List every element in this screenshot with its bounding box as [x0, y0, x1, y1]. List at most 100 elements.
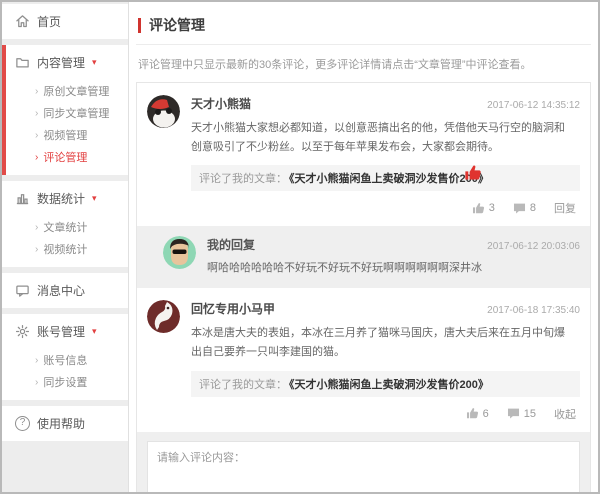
comment-text: 本冰是唐大夫的表姐，本冰在三月养了猫咪马国庆，唐大夫后来在五月中旬爆出自己要养一…: [191, 324, 573, 361]
sidebar-item-sync-articles[interactable]: › 同步文章管理: [2, 102, 128, 124]
article-title-link[interactable]: 《天才小熊猫闲鱼上卖破洞沙发售价200》: [289, 173, 489, 185]
folder-icon: [15, 55, 30, 70]
message-icon: [15, 283, 30, 298]
sidebar-group-account: 账号管理 ▾ › 账号信息 › 同步设置: [2, 314, 128, 400]
reply-count: 15: [524, 408, 536, 420]
comment-item: 天才小熊猫 2017-06-12 14:35:12 天才小熊猫大家想必都知道，以…: [137, 83, 590, 226]
sidebar-item-account-mgmt[interactable]: 账号管理 ▾: [2, 314, 128, 349]
like-button[interactable]: 3: [472, 202, 495, 215]
reply-body: 我的回复 2017-06-12 20:03:06 啊哈哈哈哈哈哈不好玩不好玩不好…: [207, 236, 580, 275]
comment-header: 回忆专用小马甲 2017-06-18 17:35:40: [191, 300, 580, 317]
reply-header: 我的回复 2017-06-12 20:03:06: [207, 236, 580, 253]
caret-down-icon: ▾: [92, 58, 97, 67]
comment-composer: 还可以输入600字 发送（Enter): [137, 432, 590, 494]
sidebar-sublist-stats: › 文章统计 › 视频统计: [2, 216, 128, 267]
sidebar-item-home[interactable]: 首页: [2, 4, 128, 39]
sidebar-group-home: 首页: [2, 4, 128, 39]
caret-down-icon: ▾: [92, 327, 97, 336]
reply-count: 8: [530, 202, 536, 214]
sidebar-subitem-label: 原创文章管理: [43, 83, 109, 99]
sidebar-subitem-label: 同步设置: [43, 374, 87, 390]
sidebar-item-label: 内容管理: [37, 54, 85, 71]
main-content: 评论管理 评论管理中只显示最新的30条评论，更多评论详情请点击“文章管理”中评论…: [129, 2, 598, 492]
sidebar-item-original-articles[interactable]: › 原创文章管理: [2, 80, 128, 102]
chevron-right-icon: ›: [35, 86, 38, 97]
sidebar-group-help: ? 使用帮助: [2, 406, 128, 441]
article-title-link[interactable]: 《天才小熊猫闲鱼上卖破洞沙发售价200》: [289, 379, 489, 391]
chevron-right-icon: ›: [35, 130, 38, 141]
quoted-article: 评论了我的文章：《天才小熊猫闲鱼上卖破洞沙发售价200》: [191, 371, 580, 397]
sidebar-item-label: 首页: [37, 13, 61, 30]
reply-author: 我的回复: [207, 236, 255, 253]
sidebar-item-data-stats[interactable]: 数据统计 ▾: [2, 181, 128, 216]
help-icon: ?: [15, 416, 30, 431]
quoted-article: 评论了我的文章：《天才小熊猫闲鱼上卖破洞沙发售价200》: [191, 165, 580, 191]
chevron-right-icon: ›: [35, 355, 38, 366]
collapse-link[interactable]: 收起: [554, 406, 576, 422]
comment-timestamp: 2017-06-18 17:35:40: [487, 305, 580, 316]
avatar: [163, 236, 196, 269]
sidebar-item-comment-mgmt[interactable]: › 评论管理: [2, 146, 128, 168]
sidebar-item-content-mgmt[interactable]: 内容管理 ▾: [2, 45, 128, 80]
sidebar-item-message-center[interactable]: 消息中心: [2, 273, 128, 308]
chevron-right-icon: ›: [35, 377, 38, 388]
chevron-right-icon: ›: [35, 152, 38, 163]
like-button[interactable]: 6: [466, 407, 489, 420]
sidebar-item-label: 消息中心: [37, 282, 85, 299]
comment-count-button[interactable]: 15: [507, 407, 536, 420]
notice-text: 评论管理中只显示最新的30条评论，更多评论详情请点击“文章管理”中评论查看。: [138, 56, 589, 72]
chevron-right-icon: ›: [35, 108, 38, 119]
thumb-up-icon: [467, 408, 478, 418]
sidebar-item-sync-settings[interactable]: › 同步设置: [2, 371, 128, 393]
comment-actions: 3 8 回复: [191, 191, 580, 222]
comment-body: 回忆专用小马甲 2017-06-18 17:35:40 本冰是唐大夫的表姐，本冰…: [191, 300, 580, 427]
sidebar-item-article-stats[interactable]: › 文章统计: [2, 216, 128, 238]
sidebar-sublist-content: › 原创文章管理 › 同步文章管理 › 视频管理 › 评论管理: [2, 80, 128, 175]
chevron-right-icon: ›: [35, 244, 38, 255]
page-title: 评论管理: [149, 15, 205, 35]
comment-author: 回忆专用小马甲: [191, 300, 275, 317]
thumb-up-icon: [473, 203, 484, 213]
reply-link[interactable]: 回复: [554, 200, 576, 216]
sidebar: 首页 内容管理 ▾ › 原创文章管理 › 同步文章管理: [2, 2, 129, 492]
sidebar-sublist-account: › 账号信息 › 同步设置: [2, 349, 128, 400]
title-accent-bar: [138, 18, 141, 33]
like-count: 3: [489, 202, 495, 214]
avatar: [147, 95, 180, 128]
comment-author: 天才小熊猫: [191, 95, 251, 112]
comment-bubble-icon: [508, 409, 519, 419]
sidebar-item-help[interactable]: ? 使用帮助: [2, 406, 128, 441]
sidebar-subitem-label: 评论管理: [43, 149, 87, 165]
sidebar-item-video-mgmt[interactable]: › 视频管理: [2, 124, 128, 146]
sidebar-item-video-stats[interactable]: › 视频统计: [2, 238, 128, 260]
sidebar-group-content: 内容管理 ▾ › 原创文章管理 › 同步文章管理 › 视频管理 › 评: [2, 45, 128, 175]
comment-bubble-icon: [514, 204, 525, 214]
sidebar-group-messages: 消息中心: [2, 273, 128, 308]
home-icon: [15, 14, 30, 29]
sidebar-subitem-label: 文章统计: [43, 219, 87, 235]
my-reply-item: 我的回复 2017-06-12 20:03:06 啊哈哈哈哈哈哈不好玩不好玩不好…: [137, 226, 590, 288]
sidebar-subitem-label: 同步文章管理: [43, 105, 109, 121]
comment-text: 天才小熊猫大家想必都知道，以创意恶搞出名的他，凭借他天马行空的脑洞和创意吸引了不…: [191, 119, 573, 156]
sidebar-subitem-label: 视频管理: [43, 127, 87, 143]
comment-body: 天才小熊猫 2017-06-12 14:35:12 天才小熊猫大家想必都知道，以…: [191, 95, 580, 222]
avatar: [147, 300, 180, 333]
like-burst-icon: [464, 164, 482, 185]
active-group-indicator: [2, 45, 6, 175]
reply-timestamp: 2017-06-12 20:03:06: [487, 241, 580, 252]
comment-input[interactable]: [147, 441, 580, 494]
comment-timestamp: 2017-06-12 14:35:12: [487, 100, 580, 111]
quote-label: 评论了我的文章：: [199, 173, 287, 185]
sidebar-item-label: 账号管理: [37, 323, 85, 340]
comment-count-button[interactable]: 8: [513, 202, 536, 215]
comment-list-card: 天才小熊猫 2017-06-12 14:35:12 天才小熊猫大家想必都知道，以…: [136, 82, 591, 494]
sidebar-subitem-label: 账号信息: [43, 352, 87, 368]
sidebar-subitem-label: 视频统计: [43, 241, 87, 257]
sidebar-item-account-info[interactable]: › 账号信息: [2, 349, 128, 371]
app-window: 首页 内容管理 ▾ › 原创文章管理 › 同步文章管理: [0, 0, 600, 494]
reply-text: 啊哈哈哈哈哈哈不好玩不好玩不好玩啊啊啊啊啊啊深井冰: [207, 259, 580, 275]
sidebar-item-label: 使用帮助: [37, 415, 85, 432]
bar-chart-icon: [15, 191, 30, 206]
comment-item: 回忆专用小马甲 2017-06-18 17:35:40 本冰是唐大夫的表姐，本冰…: [137, 288, 590, 431]
comment-header: 天才小熊猫 2017-06-12 14:35:12: [191, 95, 580, 112]
